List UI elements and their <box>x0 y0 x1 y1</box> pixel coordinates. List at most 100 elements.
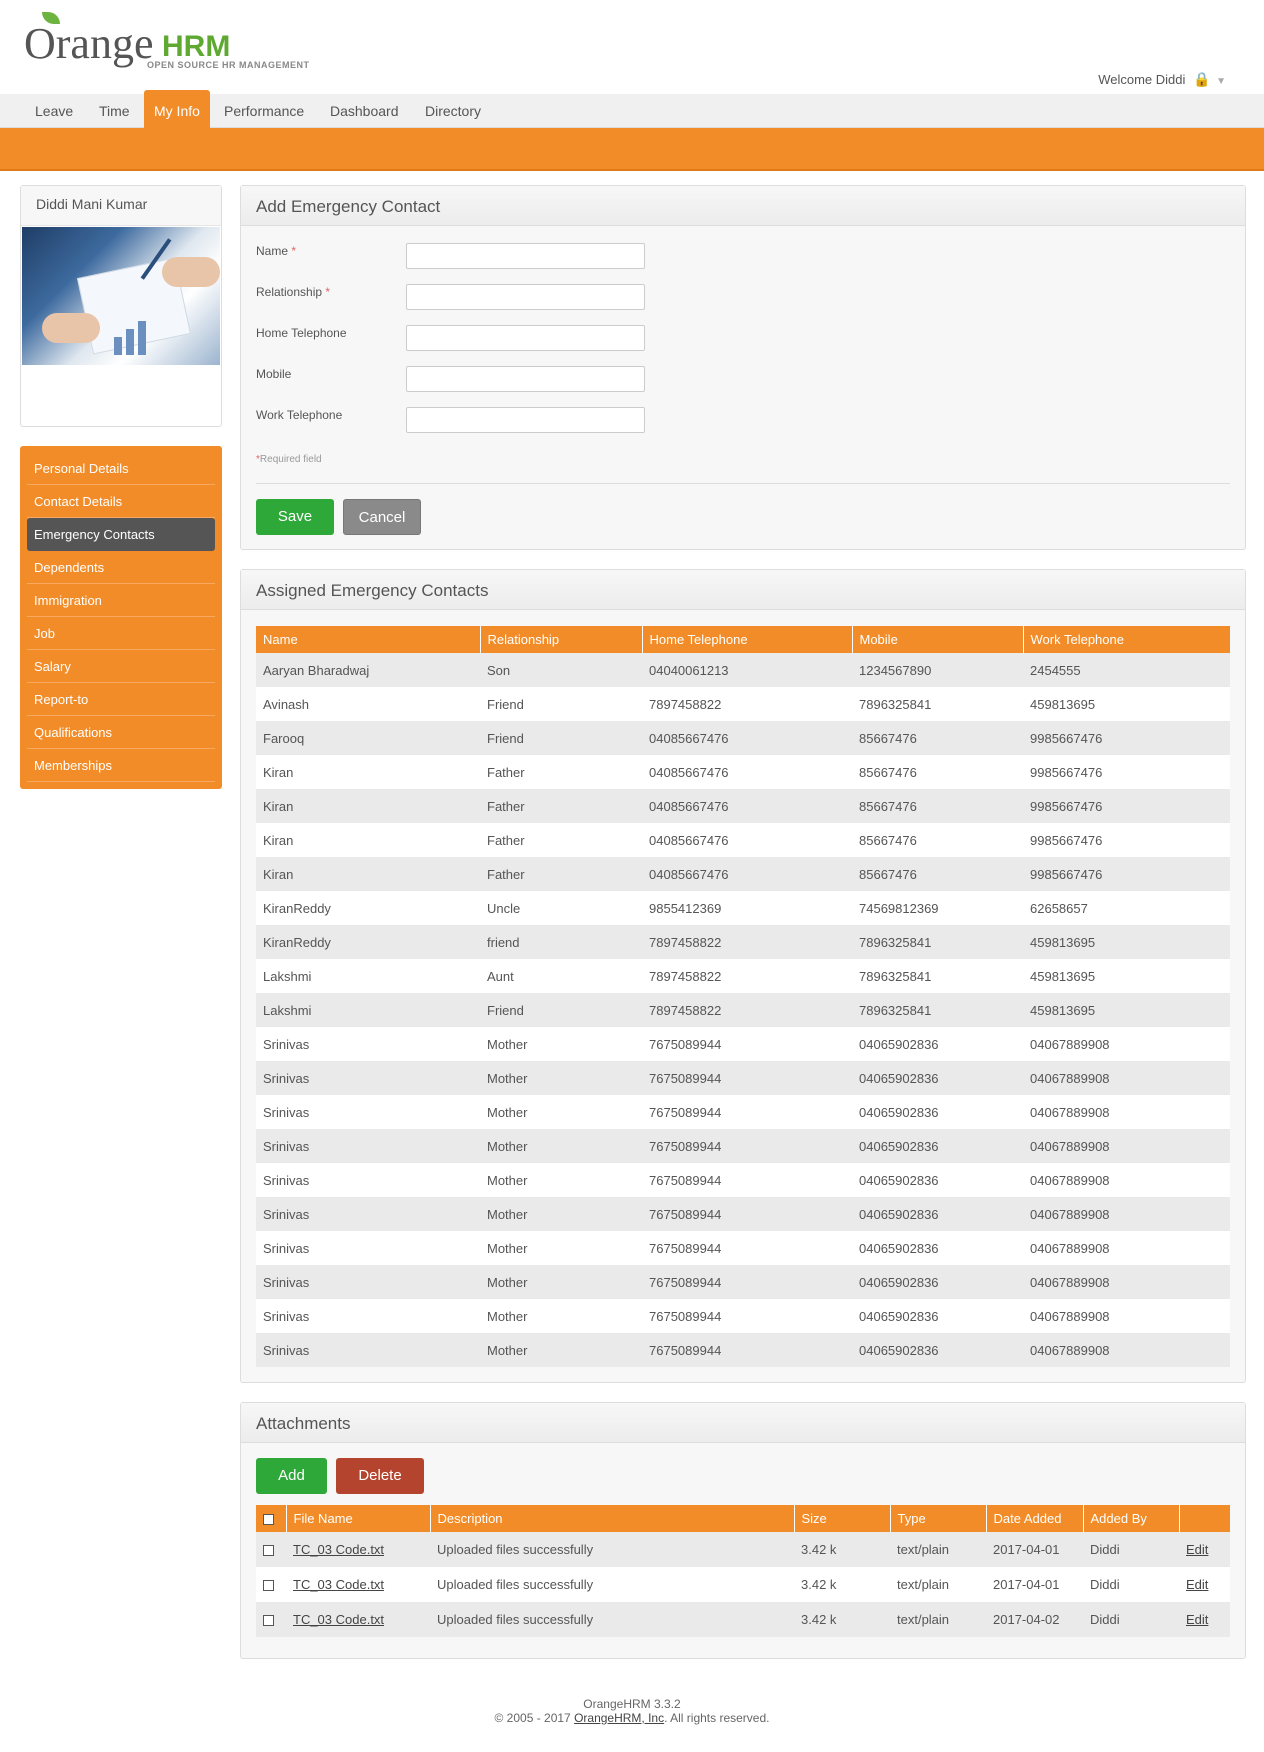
column-header[interactable]: Type <box>890 1505 987 1532</box>
edit-link[interactable]: Edit <box>1186 1577 1208 1592</box>
file-name-link[interactable]: TC_03 Code.txt <box>293 1612 384 1627</box>
sidemenu-immigration[interactable]: Immigration <box>27 584 215 617</box>
profile-photo[interactable] <box>22 227 220 365</box>
sidemenu-emergency-contacts[interactable]: Emergency Contacts <box>27 518 215 551</box>
column-header[interactable]: Date Added <box>986 1505 1084 1532</box>
column-header[interactable]: Mobile <box>852 626 1024 653</box>
label-text: Relationship <box>256 285 323 299</box>
column-header[interactable]: Work Telephone <box>1023 626 1230 653</box>
table-row: TC_03 Code.txt Uploaded files successful… <box>256 1532 1230 1567</box>
type-cell: text/plain <box>890 1532 986 1567</box>
photo-hand <box>162 257 220 287</box>
name-cell: Farooq <box>256 721 480 755</box>
home-telephone-cell: 7675089944 <box>642 1333 852 1367</box>
nav-my-info[interactable]: My Info <box>144 90 210 128</box>
name-cell: Srinivas <box>256 1027 480 1061</box>
mobile-cell: 7896325841 <box>852 687 1023 721</box>
home-telephone-cell: 7675089944 <box>642 1129 852 1163</box>
table-row: Srinivas Mother 7675089944 04065902836 04067… <box>256 1299 1230 1333</box>
file-name-link[interactable]: TC_03 Code.txt <box>293 1542 384 1557</box>
delete-attachment-button[interactable]: Delete <box>336 1458 424 1494</box>
sidemenu-personal-details[interactable]: Personal Details <box>27 452 215 485</box>
cancel-button[interactable]: Cancel <box>343 499 421 535</box>
work-telephone-cell: 04067889908 <box>1023 1265 1230 1299</box>
mobile-cell: 04065902836 <box>852 1231 1023 1265</box>
row-checkbox[interactable] <box>263 1580 274 1592</box>
save-button[interactable]: Save <box>256 499 334 535</box>
home-telephone-cell: 7675089944 <box>642 1299 852 1333</box>
mobile-cell: 04065902836 <box>852 1197 1023 1231</box>
column-header[interactable]: File Name <box>286 1505 431 1532</box>
select-all-checkbox[interactable] <box>263 1514 274 1526</box>
add-attachment-button[interactable]: Add <box>256 1458 327 1494</box>
chevron-down-icon: ▼ <box>1216 76 1226 87</box>
welcome-text: Welcome Diddi <box>1098 72 1186 87</box>
profile-card: Diddi Mani Kumar <box>20 185 222 427</box>
file-name-cell: TC_03 Code.txt <box>286 1532 430 1567</box>
required-note: *Required field <box>256 454 322 465</box>
nav-time[interactable]: Time <box>89 94 140 128</box>
work-telephone-cell: 459813695 <box>1023 687 1230 721</box>
table-header-row: Name Relationship Home Telephone Mobile … <box>256 626 1230 653</box>
profile-name: Diddi Mani Kumar <box>21 186 221 226</box>
nav-dashboard[interactable]: Dashboard <box>320 94 409 128</box>
panel-title: Assigned Emergency Contacts <box>241 570 1245 610</box>
size-cell: 3.42 k <box>794 1602 890 1637</box>
home-telephone-input[interactable] <box>406 325 645 351</box>
name-cell: Srinivas <box>256 1095 480 1129</box>
mobile-cell: 04065902836 <box>852 1299 1023 1333</box>
nav-performance[interactable]: Performance <box>214 94 314 128</box>
relationship-cell: Mother <box>480 1333 642 1367</box>
sidemenu-report-to[interactable]: Report-to <box>27 683 215 716</box>
mobile-cell: 85667476 <box>852 721 1023 755</box>
column-header[interactable]: Description <box>430 1505 795 1532</box>
work-telephone-cell: 62658657 <box>1023 891 1230 925</box>
table-row: KiranReddy friend 7897458822 7896325841 4598… <box>256 925 1230 959</box>
sidemenu-contact-details[interactable]: Contact Details <box>27 485 215 518</box>
edit-link[interactable]: Edit <box>1186 1542 1208 1557</box>
name-input[interactable] <box>406 243 645 269</box>
relationship-input[interactable] <box>406 284 645 310</box>
work-telephone-cell: 459813695 <box>1023 959 1230 993</box>
home-telephone-cell: 04085667476 <box>642 857 852 891</box>
relationship-label: Relationship * <box>256 285 330 299</box>
sidemenu-memberships[interactable]: Memberships <box>27 749 215 782</box>
name-cell: Aaryan Bharadwaj <box>256 653 480 687</box>
row-checkbox[interactable] <box>263 1615 274 1627</box>
column-header[interactable]: Relationship <box>480 626 643 653</box>
orangehrm-logo[interactable]: Orange HRM OPEN SOURCE HR MANAGEMENT <box>24 12 314 76</box>
column-header[interactable]: Size <box>794 1505 891 1532</box>
column-header[interactable]: Home Telephone <box>642 626 853 653</box>
type-cell: text/plain <box>890 1602 986 1637</box>
panel-title: Add Emergency Contact <box>241 186 1245 226</box>
column-header[interactable]: Added By <box>1083 1505 1180 1532</box>
photo-bar <box>138 321 146 355</box>
sidemenu-qualifications[interactable]: Qualifications <box>27 716 215 749</box>
work-telephone-cell: 04067889908 <box>1023 1129 1230 1163</box>
copyright-suffix: . All rights reserved. <box>664 1711 770 1725</box>
row-select-cell <box>256 1567 286 1602</box>
file-name-link[interactable]: TC_03 Code.txt <box>293 1577 384 1592</box>
edit-link[interactable]: Edit <box>1186 1612 1208 1627</box>
nav-directory[interactable]: Directory <box>415 94 491 128</box>
mobile-input[interactable] <box>406 366 645 392</box>
add-emergency-contact-panel: Add Emergency Contact Name * Relationshi… <box>240 185 1246 550</box>
table-row: Farooq Friend 04085667476 85667476 998566747… <box>256 721 1230 755</box>
mobile-cell: 7896325841 <box>852 959 1023 993</box>
welcome-menu[interactable]: Welcome Diddi 🔒 ▼ <box>1098 71 1226 88</box>
column-header[interactable]: Name <box>256 626 481 653</box>
added-by-cell: Diddi <box>1083 1532 1179 1567</box>
company-link[interactable]: OrangeHRM, Inc <box>574 1711 664 1725</box>
sidemenu-salary[interactable]: Salary <box>27 650 215 683</box>
work-telephone-input[interactable] <box>406 407 645 433</box>
sidemenu-dependents[interactable]: Dependents <box>27 551 215 584</box>
name-cell: Kiran <box>256 857 480 891</box>
row-checkbox[interactable] <box>263 1545 274 1557</box>
sidemenu-job[interactable]: Job <box>27 617 215 650</box>
relationship-cell: Mother <box>480 1095 642 1129</box>
nav-leave[interactable]: Leave <box>25 94 83 128</box>
main-nav: Leave Time My Info Performance Dashboard… <box>0 90 1264 128</box>
description-cell: Uploaded files successfully <box>430 1532 794 1567</box>
column-header-actions <box>1179 1505 1230 1532</box>
mobile-cell: 85667476 <box>852 823 1023 857</box>
